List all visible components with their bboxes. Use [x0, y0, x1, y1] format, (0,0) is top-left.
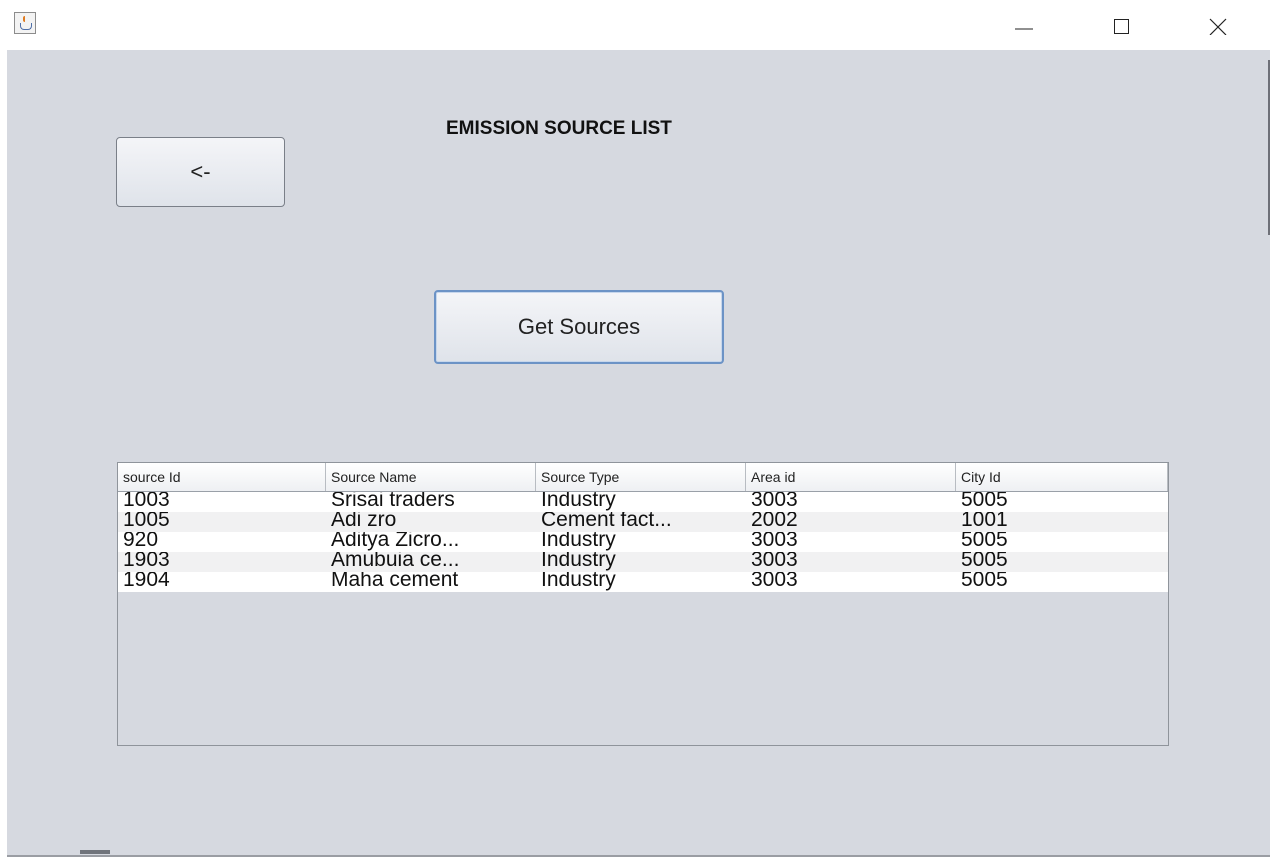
- maximize-button[interactable]: [1099, 8, 1143, 42]
- cell-source-name: Amubuia ce...: [331, 552, 460, 571]
- taskbar-edge: [80, 850, 110, 854]
- maximize-icon: [1114, 19, 1129, 34]
- minimize-button[interactable]: [1002, 8, 1046, 42]
- cell-area-id: 3003: [751, 552, 798, 571]
- cell-source-name: Adi zro: [331, 512, 397, 531]
- cell-city-id: 1001: [961, 512, 1008, 531]
- cell-source-id: 1903: [123, 552, 170, 571]
- close-icon: [1209, 18, 1227, 35]
- title-bar: [0, 0, 1277, 50]
- cell-area-id: 3003: [751, 492, 798, 511]
- cell-source-id: 920: [123, 532, 159, 551]
- get-sources-button[interactable]: Get Sources: [434, 290, 724, 364]
- close-button[interactable]: [1196, 8, 1240, 42]
- cell-source-id: 1003: [123, 492, 170, 511]
- cell-area-id: 3003: [751, 532, 798, 551]
- sources-table[interactable]: source Id Source Name Source Type Area i…: [117, 462, 1169, 746]
- column-header-area-id[interactable]: Area id: [746, 463, 956, 491]
- table-row[interactable]: 1003 Srisai traders Industry 3003 5005: [118, 492, 1168, 512]
- cell-source-id: 1904: [123, 572, 170, 591]
- cell-source-type: Industry: [541, 532, 616, 551]
- cell-city-id: 5005: [961, 532, 1008, 551]
- cell-area-id: 3003: [751, 572, 798, 591]
- cell-source-name: Maha cement: [331, 572, 459, 591]
- column-header-city-id[interactable]: City Id: [956, 463, 1168, 491]
- cell-area-id: 2002: [751, 512, 798, 531]
- cell-city-id: 5005: [961, 492, 1008, 511]
- minimize-icon: [1015, 28, 1033, 30]
- cell-source-name: Aditya Zicro...: [331, 532, 460, 551]
- table-row[interactable]: 1904 Maha cement Industry 3003 5005: [118, 572, 1168, 592]
- cell-source-type: Industry: [541, 572, 616, 591]
- cell-source-type: Industry: [541, 492, 616, 511]
- table-row[interactable]: 1005 Adi zro Cement fact... 2002 1001: [118, 512, 1168, 532]
- cell-source-type: Cement fact...: [541, 512, 672, 531]
- java-cup-icon[interactable]: [14, 12, 36, 34]
- back-button[interactable]: <-: [116, 137, 285, 207]
- table-row[interactable]: 1903 Amubuia ce... Industry 3003 5005: [118, 552, 1168, 572]
- page-title: EMISSION SOURCE LIST: [446, 118, 672, 139]
- column-header-source-type[interactable]: Source Type: [536, 463, 746, 491]
- table-body: 1003 Srisai traders Industry 3003 5005 1…: [118, 492, 1168, 592]
- cell-city-id: 5005: [961, 572, 1008, 591]
- table-row[interactable]: 920 Aditya Zicro... Industry 3003 5005: [118, 532, 1168, 552]
- column-header-source-name[interactable]: Source Name: [326, 463, 536, 491]
- cell-source-name: Srisai traders: [331, 492, 455, 511]
- cell-source-type: Industry: [541, 552, 616, 571]
- cell-source-id: 1005: [123, 512, 170, 531]
- window-edge: [1268, 60, 1270, 235]
- cell-city-id: 5005: [961, 552, 1008, 571]
- column-header-source-id[interactable]: source Id: [118, 463, 326, 491]
- table-header: source Id Source Name Source Type Area i…: [118, 463, 1168, 492]
